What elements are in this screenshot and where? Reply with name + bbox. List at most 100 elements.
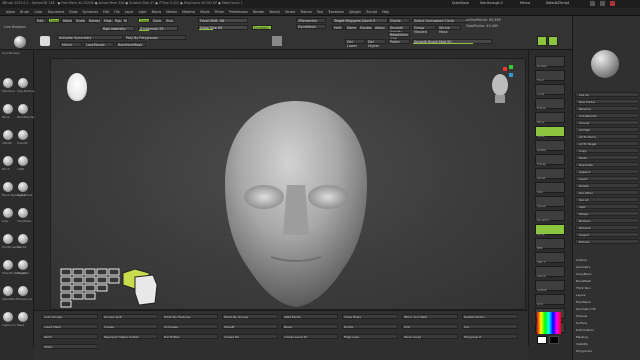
dynamesh-button[interactable]: DynaMesh	[296, 24, 326, 29]
menu-material[interactable]: Material	[182, 8, 195, 16]
bottom-auto-groups-button[interactable]: Auto Groups	[42, 314, 98, 319]
activate-symmetry-button[interactable]: Activate Symmetry	[57, 35, 123, 40]
bottom-groups-split-button[interactable]: Groups Split	[102, 314, 158, 319]
resolution-slider[interactable]: Resolution 128	[388, 32, 410, 41]
bottom-mirror-and-weld-button[interactable]: Mirror And Weld	[402, 314, 458, 319]
bottom-panel-loops-button[interactable]: Panel Loops	[402, 334, 458, 339]
section-preview[interactable]: Preview	[576, 314, 587, 318]
menu-draw[interactable]: Draw	[69, 8, 77, 16]
subtool-all-to-home-button[interactable]: All To Home	[575, 134, 639, 139]
edit-mode-icon[interactable]	[548, 36, 558, 46]
mirror-button[interactable]: Mirror	[60, 42, 82, 47]
brush-clipcurve-icon[interactable]	[3, 312, 13, 322]
view-local-button[interactable]: Local	[535, 84, 565, 96]
section-geometry-hd[interactable]: Geometry HD	[576, 307, 596, 311]
gizmo-widget[interactable]	[59, 263, 159, 313]
view-frame-button[interactable]: Frame	[535, 98, 565, 110]
poly-by-polygroups-button[interactable]: Poly By Polygroups	[124, 35, 186, 40]
rgb-button[interactable]: Rgb	[113, 18, 122, 23]
bottom-crease-pg-button[interactable]: Crease PG	[222, 334, 278, 339]
view-spix-3-button[interactable]: SPix 3	[535, 252, 565, 264]
section-polygroups[interactable]: Polygroups	[576, 349, 592, 353]
subtool-append-button[interactable]: Append	[575, 169, 639, 174]
target-polygons-slider[interactable]: Target Polygons Count 5	[332, 18, 388, 23]
menu-tool[interactable]: Tool	[317, 8, 323, 16]
view-actual-button[interactable]: Actual	[535, 266, 565, 278]
subtool-project-button[interactable]: Project	[575, 232, 639, 237]
menu-brush[interactable]: Brush	[20, 8, 29, 16]
menus-button[interactable]: Menus	[520, 1, 530, 5]
double-button[interactable]: Double	[358, 25, 372, 30]
bottom-bevel-button[interactable]: Bevel	[282, 324, 338, 329]
half-button[interactable]: Half	[332, 25, 344, 30]
menu-file[interactable]: File	[114, 8, 119, 16]
divide-button[interactable]: Divide	[388, 18, 410, 23]
subtool-boolean-button[interactable]: Boolean	[575, 218, 639, 223]
subtool-remesh-button[interactable]: Remesh	[575, 225, 639, 230]
bottom-insert-mesh-button[interactable]: Insert Mesh	[42, 324, 98, 329]
bottom-showel-button[interactable]: ShowEl	[222, 324, 278, 329]
menu-movie[interactable]: Movie	[200, 8, 209, 16]
view-xpose-button[interactable]: Xpose	[535, 196, 565, 208]
bottom-reuv-button[interactable]: ReUV	[42, 334, 98, 339]
menu-texture[interactable]: Texture	[300, 8, 312, 16]
menu-marker[interactable]: Marker	[166, 8, 177, 16]
group-masked-button[interactable]: Group Masked	[412, 25, 436, 34]
section-surface[interactable]: Surface	[576, 321, 587, 325]
zremesher-button[interactable]: ZRemesher	[296, 18, 326, 23]
menu-render[interactable]: Render	[253, 8, 264, 16]
shrink-mask-button[interactable]: Shrink Mask	[437, 25, 461, 34]
bottom-uncrease-button[interactable]: UnCrease	[162, 324, 218, 329]
subtool-autoreorder-button[interactable]: AutoReorder	[575, 113, 639, 118]
draw-button[interactable]: Draw	[48, 18, 60, 23]
edit-button[interactable]: Edit	[35, 18, 47, 23]
subtool-new-folder-button[interactable]: New Folder	[575, 99, 639, 104]
section-fibermesh[interactable]: FiberMesh	[576, 300, 591, 304]
view-bpr-button[interactable]: BPR	[535, 238, 565, 250]
brush-mask-icon[interactable]	[18, 312, 28, 322]
brush-move-topological-icon[interactable]	[3, 182, 13, 192]
view-aahalf-button[interactable]: AAHalf	[535, 280, 565, 292]
menu-edit[interactable]: Edit	[103, 8, 109, 16]
menu-stencil[interactable]: Stencil	[269, 8, 280, 16]
subtool-split-button[interactable]: Split	[575, 204, 639, 209]
section-nanomesh[interactable]: NanoMesh	[576, 279, 591, 283]
bottom-del-hidden-button[interactable]: Del Hidden	[162, 334, 218, 339]
section-arraymesh[interactable]: ArrayMesh	[576, 272, 591, 276]
bottom-close-holes-button[interactable]: Close Holes	[342, 314, 398, 319]
section-deformation[interactable]: Deformation	[576, 328, 594, 332]
brush-claytubes-icon[interactable]	[18, 208, 28, 218]
menu-preferences[interactable]: Preferences	[229, 8, 248, 16]
brush-clay-icon[interactable]	[3, 208, 13, 218]
menu-dynamics[interactable]: Dynamics	[82, 8, 98, 16]
mrgb-button[interactable]: Mrgb	[102, 18, 113, 23]
backface-mask-button[interactable]: BackfaceMask	[116, 42, 146, 47]
polish-button[interactable]: Polish	[388, 39, 410, 44]
dynamic-button[interactable]: Dynamic	[252, 25, 272, 30]
subtool-del-other-button[interactable]: Del Other	[575, 190, 639, 195]
brush-smooth-stronger-icon[interactable]	[3, 260, 13, 270]
subtool-delete-button[interactable]: Delete	[575, 183, 639, 188]
view-persp-button[interactable]: Persp	[535, 224, 565, 236]
draw-size-slider[interactable]: Draw Size 64	[198, 25, 248, 30]
subtool-duplicate-button[interactable]: Duplicate	[575, 162, 639, 167]
main-color-swatch[interactable]	[537, 336, 547, 344]
maximize-icon[interactable]	[600, 1, 605, 6]
view-floor-button[interactable]: Floor	[535, 70, 565, 82]
current-alpha-icon[interactable]	[40, 36, 50, 46]
view-double-button[interactable]: Double	[535, 56, 565, 68]
lazy-mouse-button[interactable]: LazyMouse	[84, 42, 114, 47]
subtool-all-low-button[interactable]: All Low	[575, 120, 639, 125]
current-brush-icon[interactable]	[14, 36, 26, 48]
scale-button[interactable]: Scale	[74, 18, 86, 23]
menu-transform[interactable]: Transform	[328, 8, 344, 16]
subtool-insert-button[interactable]: Insert	[575, 176, 639, 181]
view-solo-button[interactable]: Solo	[535, 182, 565, 194]
menu-light[interactable]: Light	[139, 8, 147, 16]
color-picker[interactable]	[537, 312, 561, 334]
brush-trimdynamic-icon[interactable]	[3, 234, 13, 244]
menu-document[interactable]: Document	[48, 8, 65, 16]
subtool-all-to-target-button[interactable]: All To Target	[575, 141, 639, 146]
material-sphere-icon[interactable]	[272, 36, 282, 46]
move-button[interactable]: Move	[61, 18, 73, 23]
